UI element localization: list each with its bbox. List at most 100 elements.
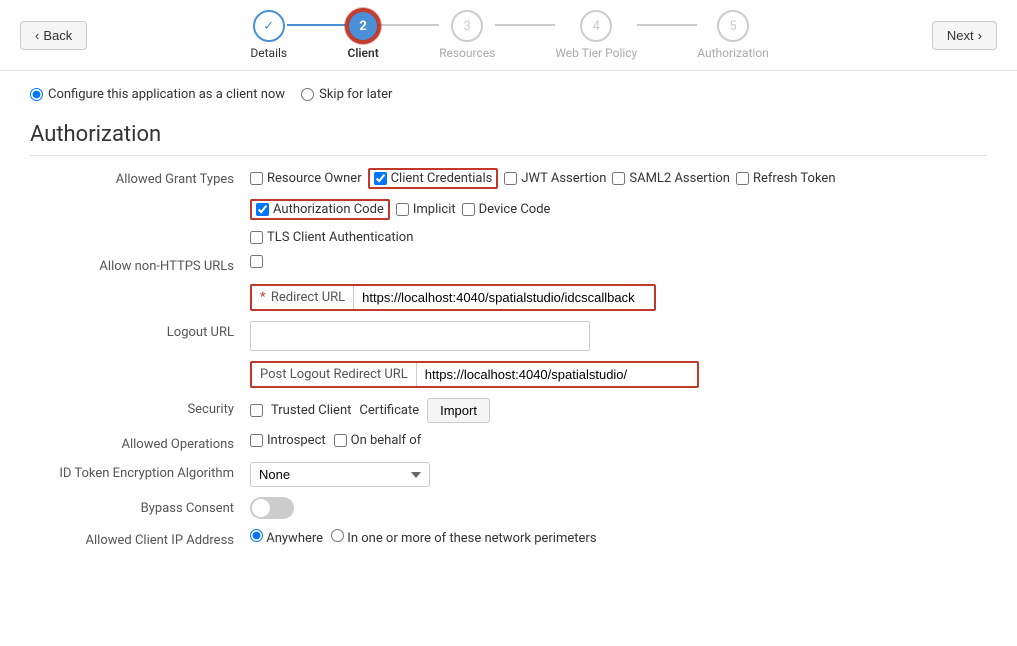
allowed-operations-row: Allowed Operations Introspect On behalf … xyxy=(30,433,987,452)
back-button[interactable]: ‹ Back xyxy=(20,21,87,50)
grant-type-jwt-assertion: JWT Assertion xyxy=(504,171,606,186)
allow-non-https-content xyxy=(250,255,987,268)
authorization-code-label: Authorization Code xyxy=(273,202,384,217)
next-chevron-icon: › xyxy=(978,28,982,43)
bypass-consent-content xyxy=(250,497,987,519)
security-label: Security xyxy=(30,398,250,417)
allowed-grant-types-row: Allowed Grant Types Resource Owner Clien… xyxy=(30,168,987,189)
checkbox-tls-client[interactable] xyxy=(250,231,263,244)
next-label: Next xyxy=(947,28,974,43)
content-area: Configure this application as a client n… xyxy=(0,71,1017,574)
id-token-label: ID Token Encryption Algorithm xyxy=(30,462,250,481)
connector-4-5 xyxy=(637,24,697,26)
bypass-consent-toggle[interactable] xyxy=(250,497,294,519)
post-logout-inner-label: Post Logout Redirect URL xyxy=(252,363,417,386)
grant-type-implicit: Implicit xyxy=(396,202,456,217)
post-logout-input[interactable] xyxy=(417,363,697,386)
post-logout-redirect-row: Post Logout Redirect URL xyxy=(30,361,987,388)
post-logout-label-outer xyxy=(30,361,250,365)
grant-type-refresh-token: Refresh Token xyxy=(736,171,836,186)
client-credentials-label: Client Credentials xyxy=(391,171,493,186)
resource-owner-label: Resource Owner xyxy=(267,171,362,186)
logout-url-row: Logout URL xyxy=(30,321,987,351)
step-4-label: Web Tier Policy xyxy=(555,46,637,60)
radio-network-perimeters[interactable] xyxy=(331,529,344,542)
grant-types-group-row1: Resource Owner Client Credentials JWT As… xyxy=(250,168,836,189)
id-token-encryption-row: ID Token Encryption Algorithm None RSA-O… xyxy=(30,462,987,487)
redirect-url-content: * Redirect URL xyxy=(250,284,987,311)
required-star: * xyxy=(260,290,266,305)
step-details: ✓ Details xyxy=(250,10,287,60)
check-icon: ✓ xyxy=(263,19,274,34)
config-option-1[interactable]: Configure this application as a client n… xyxy=(30,87,285,102)
step-2-label: Client xyxy=(347,46,378,60)
checkbox-saml2-assertion[interactable] xyxy=(612,172,625,185)
radio-anywhere[interactable] xyxy=(250,529,263,542)
post-logout-content: Post Logout Redirect URL xyxy=(250,361,987,388)
security-row: Security Trusted Client Certificate Impo… xyxy=(30,398,987,423)
checkbox-authorization-code[interactable] xyxy=(256,203,269,216)
checkbox-client-credentials[interactable] xyxy=(374,172,387,185)
device-code-label: Device Code xyxy=(479,202,551,217)
config-option-2[interactable]: Skip for later xyxy=(301,87,392,102)
checkbox-allow-non-https[interactable] xyxy=(250,255,263,268)
allowed-operations-content: Introspect On behalf of xyxy=(250,433,987,448)
step-5-circle: 5 xyxy=(717,10,749,42)
allowed-client-ip-row: Allowed Client IP Address Anywhere In on… xyxy=(30,529,987,548)
step-1-label: Details xyxy=(250,46,287,60)
grant-type-client-credentials: Client Credentials xyxy=(368,168,499,189)
post-logout-wrapper: Post Logout Redirect URL xyxy=(250,361,699,388)
logout-url-label: Logout URL xyxy=(30,321,250,340)
back-chevron-icon: ‹ xyxy=(35,28,39,43)
step-4-circle: 4 xyxy=(580,10,612,42)
grant-types-content-3: TLS Client Authentication xyxy=(250,230,987,245)
redirect-url-box: * Redirect URL xyxy=(250,284,656,311)
anywhere-label: Anywhere xyxy=(266,531,323,546)
checkbox-trusted-client[interactable] xyxy=(250,404,263,417)
next-button[interactable]: Next › xyxy=(932,21,997,50)
redirect-url-input[interactable] xyxy=(354,286,654,309)
redirect-url-row: * Redirect URL xyxy=(30,284,987,311)
checkbox-on-behalf-of[interactable] xyxy=(334,434,347,447)
connector-3-4 xyxy=(495,24,555,26)
on-behalf-of-label: On behalf of xyxy=(351,433,422,448)
refresh-token-label: Refresh Token xyxy=(753,171,836,186)
checkbox-device-code[interactable] xyxy=(462,203,475,216)
connector-1-2 xyxy=(287,24,347,26)
step-3-circle: 3 xyxy=(451,10,483,42)
id-token-dropdown[interactable]: None RSA-OAEP RSA-OAEP-256 xyxy=(250,462,430,487)
grant-types-label: Allowed Grant Types xyxy=(30,168,250,187)
config-radio-1[interactable] xyxy=(30,88,43,101)
checkbox-implicit[interactable] xyxy=(396,203,409,216)
grant-types-content: Resource Owner Client Credentials JWT As… xyxy=(250,168,987,189)
network-perimeters-option[interactable]: In one or more of these network perimete… xyxy=(331,529,596,546)
grant-types-content-2: Authorization Code Implicit Device Code xyxy=(250,199,987,220)
step-2-circle: 2 xyxy=(347,10,379,42)
grant-types-group-row2: Authorization Code Implicit Device Code xyxy=(250,199,550,220)
redirect-url-label-outer xyxy=(30,284,250,288)
config-radio-2[interactable] xyxy=(301,88,314,101)
allow-non-https-row: Allow non-HTTPS URLs xyxy=(30,255,987,274)
allowed-operations-label: Allowed Operations xyxy=(30,433,250,452)
step-1-circle: ✓ xyxy=(253,10,285,42)
logout-url-content xyxy=(250,321,987,351)
grant-type-device-code: Device Code xyxy=(462,202,551,217)
step-client: 2 Client xyxy=(347,10,379,60)
checkbox-introspect[interactable] xyxy=(250,434,263,447)
operation-on-behalf-of: On behalf of xyxy=(334,433,422,448)
step-5-label: Authorization xyxy=(697,46,769,60)
logout-url-input[interactable] xyxy=(250,321,590,351)
top-bar: ‹ Back ✓ Details 2 Client 3 Resources 4 … xyxy=(0,0,1017,71)
anywhere-option[interactable]: Anywhere xyxy=(250,529,323,546)
redirect-url-text-label: Redirect URL xyxy=(271,290,345,305)
checkbox-refresh-token[interactable] xyxy=(736,172,749,185)
grant-type-tls-client: TLS Client Authentication xyxy=(250,230,413,245)
connector-2-3 xyxy=(379,24,439,26)
import-button[interactable]: Import xyxy=(427,398,490,423)
checkbox-jwt-assertion[interactable] xyxy=(504,172,517,185)
grant-types-label-2 xyxy=(30,199,250,203)
checkbox-resource-owner[interactable] xyxy=(250,172,263,185)
introspect-label: Introspect xyxy=(267,433,326,448)
allow-non-https-label: Allow non-HTTPS URLs xyxy=(30,255,250,274)
grant-types-row3: TLS Client Authentication xyxy=(30,230,987,245)
